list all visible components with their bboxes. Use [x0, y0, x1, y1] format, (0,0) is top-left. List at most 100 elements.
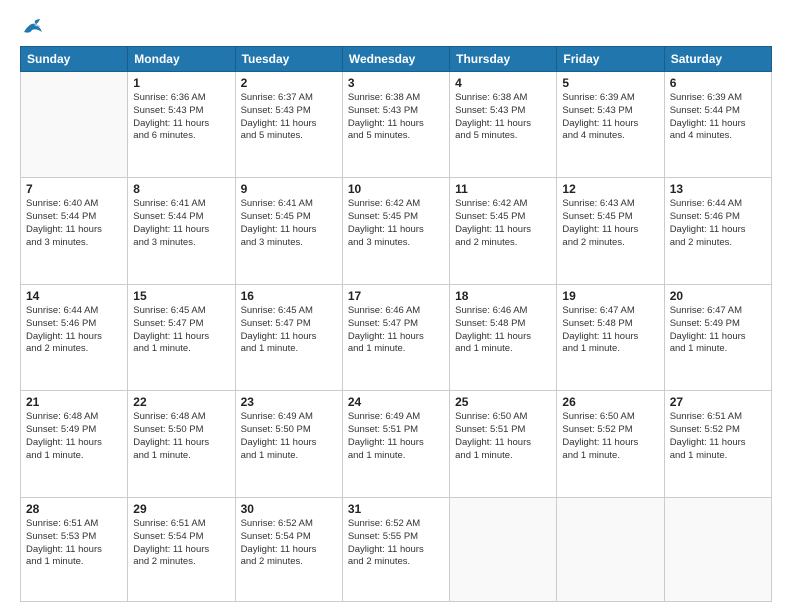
day-number: 15	[133, 289, 229, 303]
calendar-header-row: SundayMondayTuesdayWednesdayThursdayFrid…	[21, 47, 772, 72]
calendar-day-header: Sunday	[21, 47, 128, 72]
calendar-cell: 5 Sunrise: 6:39 AM Sunset: 5:43 PM Daylig…	[557, 72, 664, 178]
day-number: 6	[670, 76, 766, 90]
calendar-day-header: Monday	[128, 47, 235, 72]
calendar-cell	[21, 72, 128, 178]
day-info: Sunrise: 6:38 AM Sunset: 5:43 PM Dayligh…	[455, 92, 551, 143]
day-info: Sunrise: 6:49 AM Sunset: 5:50 PM Dayligh…	[241, 411, 337, 462]
day-info: Sunrise: 6:47 AM Sunset: 5:48 PM Dayligh…	[562, 305, 658, 356]
calendar-cell	[664, 497, 771, 601]
logo	[20, 18, 44, 36]
day-info: Sunrise: 6:38 AM Sunset: 5:43 PM Dayligh…	[348, 92, 444, 143]
day-info: Sunrise: 6:39 AM Sunset: 5:43 PM Dayligh…	[562, 92, 658, 143]
day-number: 14	[26, 289, 122, 303]
calendar-cell: 18Sunrise: 6:46 AM Sunset: 5:48 PM Dayli…	[450, 284, 557, 390]
day-info: Sunrise: 6:39 AM Sunset: 5:44 PM Dayligh…	[670, 92, 766, 143]
day-info: Sunrise: 6:44 AM Sunset: 5:46 PM Dayligh…	[670, 198, 766, 249]
calendar-day-header: Tuesday	[235, 47, 342, 72]
day-info: Sunrise: 6:47 AM Sunset: 5:49 PM Dayligh…	[670, 305, 766, 356]
day-number: 17	[348, 289, 444, 303]
calendar-cell: 22 Sunrise: 6:48 AM Sunset: 5:50 PM Dayli…	[128, 391, 235, 497]
calendar-cell: 13 Sunrise: 6:44 AM Sunset: 5:46 PM Dayli…	[664, 178, 771, 284]
day-number: 22	[133, 395, 229, 409]
day-info: Sunrise: 6:42 AM Sunset: 5:45 PM Dayligh…	[348, 198, 444, 249]
day-number: 29	[133, 502, 229, 516]
calendar-cell: 2 Sunrise: 6:37 AM Sunset: 5:43 PM Daylig…	[235, 72, 342, 178]
calendar-cell: 26 Sunrise: 6:50 AM Sunset: 5:52 PM Dayli…	[557, 391, 664, 497]
calendar-day-header: Wednesday	[342, 47, 449, 72]
calendar-cell: 12 Sunrise: 6:43 AM Sunset: 5:45 PM Dayli…	[557, 178, 664, 284]
calendar-cell: 23 Sunrise: 6:49 AM Sunset: 5:50 PM Dayli…	[235, 391, 342, 497]
day-number: 27	[670, 395, 766, 409]
calendar-cell: 3Sunrise: 6:38 AM Sunset: 5:43 PM Daylig…	[342, 72, 449, 178]
day-info: Sunrise: 6:40 AM Sunset: 5:44 PM Dayligh…	[26, 198, 122, 249]
calendar-cell: 16 Sunrise: 6:45 AM Sunset: 5:47 PM Dayli…	[235, 284, 342, 390]
day-number: 16	[241, 289, 337, 303]
calendar-cell: 10Sunrise: 6:42 AM Sunset: 5:45 PM Dayli…	[342, 178, 449, 284]
calendar-week-row: 1 Sunrise: 6:36 AM Sunset: 5:43 PM Daylig…	[21, 72, 772, 178]
day-number: 2	[241, 76, 337, 90]
calendar-cell	[557, 497, 664, 601]
calendar-page: SundayMondayTuesdayWednesdayThursdayFrid…	[0, 0, 792, 612]
day-number: 18	[455, 289, 551, 303]
calendar-cell: 7Sunrise: 6:40 AM Sunset: 5:44 PM Daylig…	[21, 178, 128, 284]
calendar-cell: 6 Sunrise: 6:39 AM Sunset: 5:44 PM Daylig…	[664, 72, 771, 178]
day-info: Sunrise: 6:42 AM Sunset: 5:45 PM Dayligh…	[455, 198, 551, 249]
day-number: 5	[562, 76, 658, 90]
day-info: Sunrise: 6:49 AM Sunset: 5:51 PM Dayligh…	[348, 411, 444, 462]
day-number: 8	[133, 182, 229, 196]
day-number: 19	[562, 289, 658, 303]
calendar-cell: 30 Sunrise: 6:52 AM Sunset: 5:54 PM Dayli…	[235, 497, 342, 601]
header	[20, 18, 772, 36]
calendar-day-header: Thursday	[450, 47, 557, 72]
day-info: Sunrise: 6:44 AM Sunset: 5:46 PM Dayligh…	[26, 305, 122, 356]
day-number: 1	[133, 76, 229, 90]
day-info: Sunrise: 6:50 AM Sunset: 5:52 PM Dayligh…	[562, 411, 658, 462]
calendar-table: SundayMondayTuesdayWednesdayThursdayFrid…	[20, 46, 772, 602]
calendar-week-row: 28 Sunrise: 6:51 AM Sunset: 5:53 PM Dayli…	[21, 497, 772, 601]
day-number: 30	[241, 502, 337, 516]
day-info: Sunrise: 6:37 AM Sunset: 5:43 PM Dayligh…	[241, 92, 337, 143]
day-number: 20	[670, 289, 766, 303]
calendar-cell	[450, 497, 557, 601]
calendar-cell: 24Sunrise: 6:49 AM Sunset: 5:51 PM Dayli…	[342, 391, 449, 497]
day-number: 21	[26, 395, 122, 409]
day-info: Sunrise: 6:51 AM Sunset: 5:53 PM Dayligh…	[26, 518, 122, 569]
logo-bird-icon	[22, 18, 44, 36]
day-info: Sunrise: 6:52 AM Sunset: 5:54 PM Dayligh…	[241, 518, 337, 569]
calendar-week-row: 14 Sunrise: 6:44 AM Sunset: 5:46 PM Dayli…	[21, 284, 772, 390]
day-info: Sunrise: 6:51 AM Sunset: 5:54 PM Dayligh…	[133, 518, 229, 569]
day-info: Sunrise: 6:41 AM Sunset: 5:45 PM Dayligh…	[241, 198, 337, 249]
calendar-day-header: Friday	[557, 47, 664, 72]
calendar-day-header: Saturday	[664, 47, 771, 72]
calendar-cell: 14 Sunrise: 6:44 AM Sunset: 5:46 PM Dayli…	[21, 284, 128, 390]
day-number: 26	[562, 395, 658, 409]
calendar-cell: 1 Sunrise: 6:36 AM Sunset: 5:43 PM Daylig…	[128, 72, 235, 178]
day-info: Sunrise: 6:50 AM Sunset: 5:51 PM Dayligh…	[455, 411, 551, 462]
calendar-cell: 9 Sunrise: 6:41 AM Sunset: 5:45 PM Daylig…	[235, 178, 342, 284]
day-info: Sunrise: 6:51 AM Sunset: 5:52 PM Dayligh…	[670, 411, 766, 462]
day-info: Sunrise: 6:45 AM Sunset: 5:47 PM Dayligh…	[133, 305, 229, 356]
day-number: 25	[455, 395, 551, 409]
day-info: Sunrise: 6:48 AM Sunset: 5:50 PM Dayligh…	[133, 411, 229, 462]
day-info: Sunrise: 6:52 AM Sunset: 5:55 PM Dayligh…	[348, 518, 444, 569]
day-number: 23	[241, 395, 337, 409]
calendar-cell: 27 Sunrise: 6:51 AM Sunset: 5:52 PM Dayli…	[664, 391, 771, 497]
calendar-cell: 4 Sunrise: 6:38 AM Sunset: 5:43 PM Daylig…	[450, 72, 557, 178]
day-info: Sunrise: 6:46 AM Sunset: 5:47 PM Dayligh…	[348, 305, 444, 356]
calendar-cell: 11Sunrise: 6:42 AM Sunset: 5:45 PM Dayli…	[450, 178, 557, 284]
day-info: Sunrise: 6:41 AM Sunset: 5:44 PM Dayligh…	[133, 198, 229, 249]
calendar-cell: 20 Sunrise: 6:47 AM Sunset: 5:49 PM Dayli…	[664, 284, 771, 390]
day-number: 28	[26, 502, 122, 516]
day-info: Sunrise: 6:43 AM Sunset: 5:45 PM Dayligh…	[562, 198, 658, 249]
calendar-week-row: 7Sunrise: 6:40 AM Sunset: 5:44 PM Daylig…	[21, 178, 772, 284]
calendar-cell: 21Sunrise: 6:48 AM Sunset: 5:49 PM Dayli…	[21, 391, 128, 497]
day-info: Sunrise: 6:45 AM Sunset: 5:47 PM Dayligh…	[241, 305, 337, 356]
day-number: 13	[670, 182, 766, 196]
day-number: 9	[241, 182, 337, 196]
calendar-cell: 17 Sunrise: 6:46 AM Sunset: 5:47 PM Dayli…	[342, 284, 449, 390]
day-info: Sunrise: 6:36 AM Sunset: 5:43 PM Dayligh…	[133, 92, 229, 143]
calendar-cell: 25 Sunrise: 6:50 AM Sunset: 5:51 PM Dayli…	[450, 391, 557, 497]
day-number: 4	[455, 76, 551, 90]
day-number: 12	[562, 182, 658, 196]
